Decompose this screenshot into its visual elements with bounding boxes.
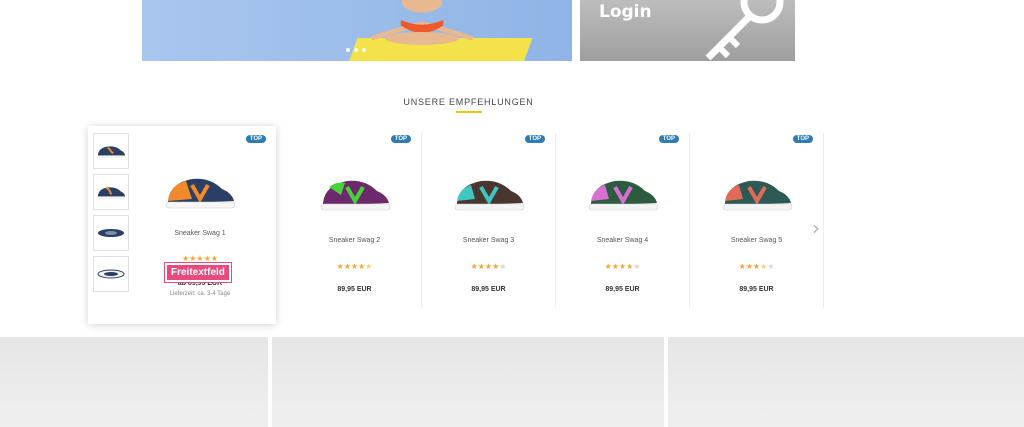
section-title: UNSERE EMPFEHLUNGEN — [403, 97, 534, 107]
star-icon: ★ — [477, 262, 485, 271]
top-badge: TOP — [792, 135, 813, 143]
page: Login UNSERE EMPFEHLUNGEN TOP Sneaker Sw… — [0, 0, 1024, 427]
top-badge: TOP — [658, 135, 679, 143]
freitext-label: Freitextfeld — [164, 262, 232, 283]
product-price: 89,95 EUR — [471, 286, 506, 293]
thumbnail[interactable] — [93, 133, 129, 169]
product-card[interactable]: TOP Sneaker Swag 2 ★★★★★ 89,95 EUR — [288, 133, 422, 308]
star-icon: ★ — [611, 262, 619, 271]
star-icon: ★ — [203, 254, 211, 263]
product-price: 89,95 EUR — [739, 286, 774, 293]
product-card[interactable]: TOP Sneaker Swag 4 ★★★★★ 89,95 EUR — [556, 133, 690, 308]
top-badge: TOP — [245, 135, 266, 143]
thumbnail[interactable] — [93, 174, 129, 210]
product-image[interactable] — [453, 173, 525, 213]
pagination-dot[interactable] — [346, 48, 350, 52]
product-card[interactable]: TOP Sneaker Swag 5 ★★★★★ 89,95 EUR — [690, 133, 824, 308]
key-icon — [705, 0, 784, 60]
login-banner-label: Login — [599, 2, 652, 22]
section-title-underline — [456, 111, 482, 113]
product-price: 89,95 EUR — [337, 286, 372, 293]
promo-tile[interactable] — [272, 337, 664, 427]
star-icon: ★ — [196, 254, 204, 263]
thumbnail-list — [93, 133, 129, 297]
star-icon: ★ — [767, 262, 775, 271]
star-icon: ★ — [343, 262, 351, 271]
star-icon: ★ — [499, 262, 507, 271]
star-icon: ★ — [760, 262, 768, 271]
promo-tile[interactable] — [0, 337, 268, 427]
rating-stars: ★★★★★ — [124, 254, 276, 263]
product-name[interactable]: Sneaker Swag 4 — [556, 237, 689, 244]
star-icon: ★ — [604, 262, 612, 271]
star-icon: ★ — [738, 262, 746, 271]
product-name[interactable]: Sneaker Swag 1 — [124, 230, 276, 237]
product-name[interactable]: Sneaker Swag 2 — [288, 237, 421, 244]
top-badge: TOP — [524, 135, 545, 143]
product-name[interactable]: Sneaker Swag 3 — [422, 237, 555, 244]
product-image[interactable] — [587, 173, 659, 213]
product-name[interactable]: Sneaker Swag 5 — [690, 237, 823, 244]
rating-stars: ★★★★★ — [556, 262, 689, 271]
top-badge: TOP — [390, 135, 411, 143]
yoga-figure — [370, 0, 474, 45]
rating-stars: ★★★★★ — [288, 262, 421, 271]
star-icon: ★ — [484, 262, 493, 271]
hero-banner[interactable] — [142, 0, 572, 61]
login-banner[interactable]: Login — [580, 0, 795, 61]
hero-pagination — [346, 48, 366, 52]
promo-tile[interactable] — [668, 337, 1024, 427]
product-slider: TOP Sneaker Swag 1 ★★★★★ ab 89,95 EUR Li… — [88, 126, 828, 326]
star-icon: ★ — [752, 262, 761, 271]
rating-stars: ★★★★★ — [422, 262, 555, 271]
product-image[interactable] — [164, 171, 236, 211]
pagination-dot[interactable] — [362, 48, 366, 52]
star-icon: ★ — [470, 262, 478, 271]
product-price: 89,95 EUR — [605, 286, 640, 293]
rating-stars: ★★★★★ — [690, 262, 823, 271]
product-image[interactable] — [721, 173, 793, 213]
slider-next-arrow[interactable]: › — [806, 216, 826, 240]
product-card-featured[interactable]: TOP Sneaker Swag 1 ★★★★★ ab 89,95 EUR Li… — [88, 126, 276, 324]
star-icon: ★ — [210, 254, 218, 263]
star-icon: ★ — [336, 262, 344, 271]
product-image[interactable] — [319, 173, 391, 213]
delivery-time: Lieferzeit: ca. 3-4 Tage — [169, 291, 231, 297]
star-icon: ★ — [745, 262, 753, 271]
product-card[interactable]: TOP Sneaker Swag 3 ★★★★★ 89,95 EUR — [422, 133, 556, 308]
star-icon: ★ — [618, 262, 627, 271]
pagination-dot[interactable] — [354, 48, 358, 52]
star-icon: ★ — [365, 262, 373, 271]
star-icon: ★ — [350, 262, 359, 271]
star-icon: ★ — [633, 262, 641, 271]
